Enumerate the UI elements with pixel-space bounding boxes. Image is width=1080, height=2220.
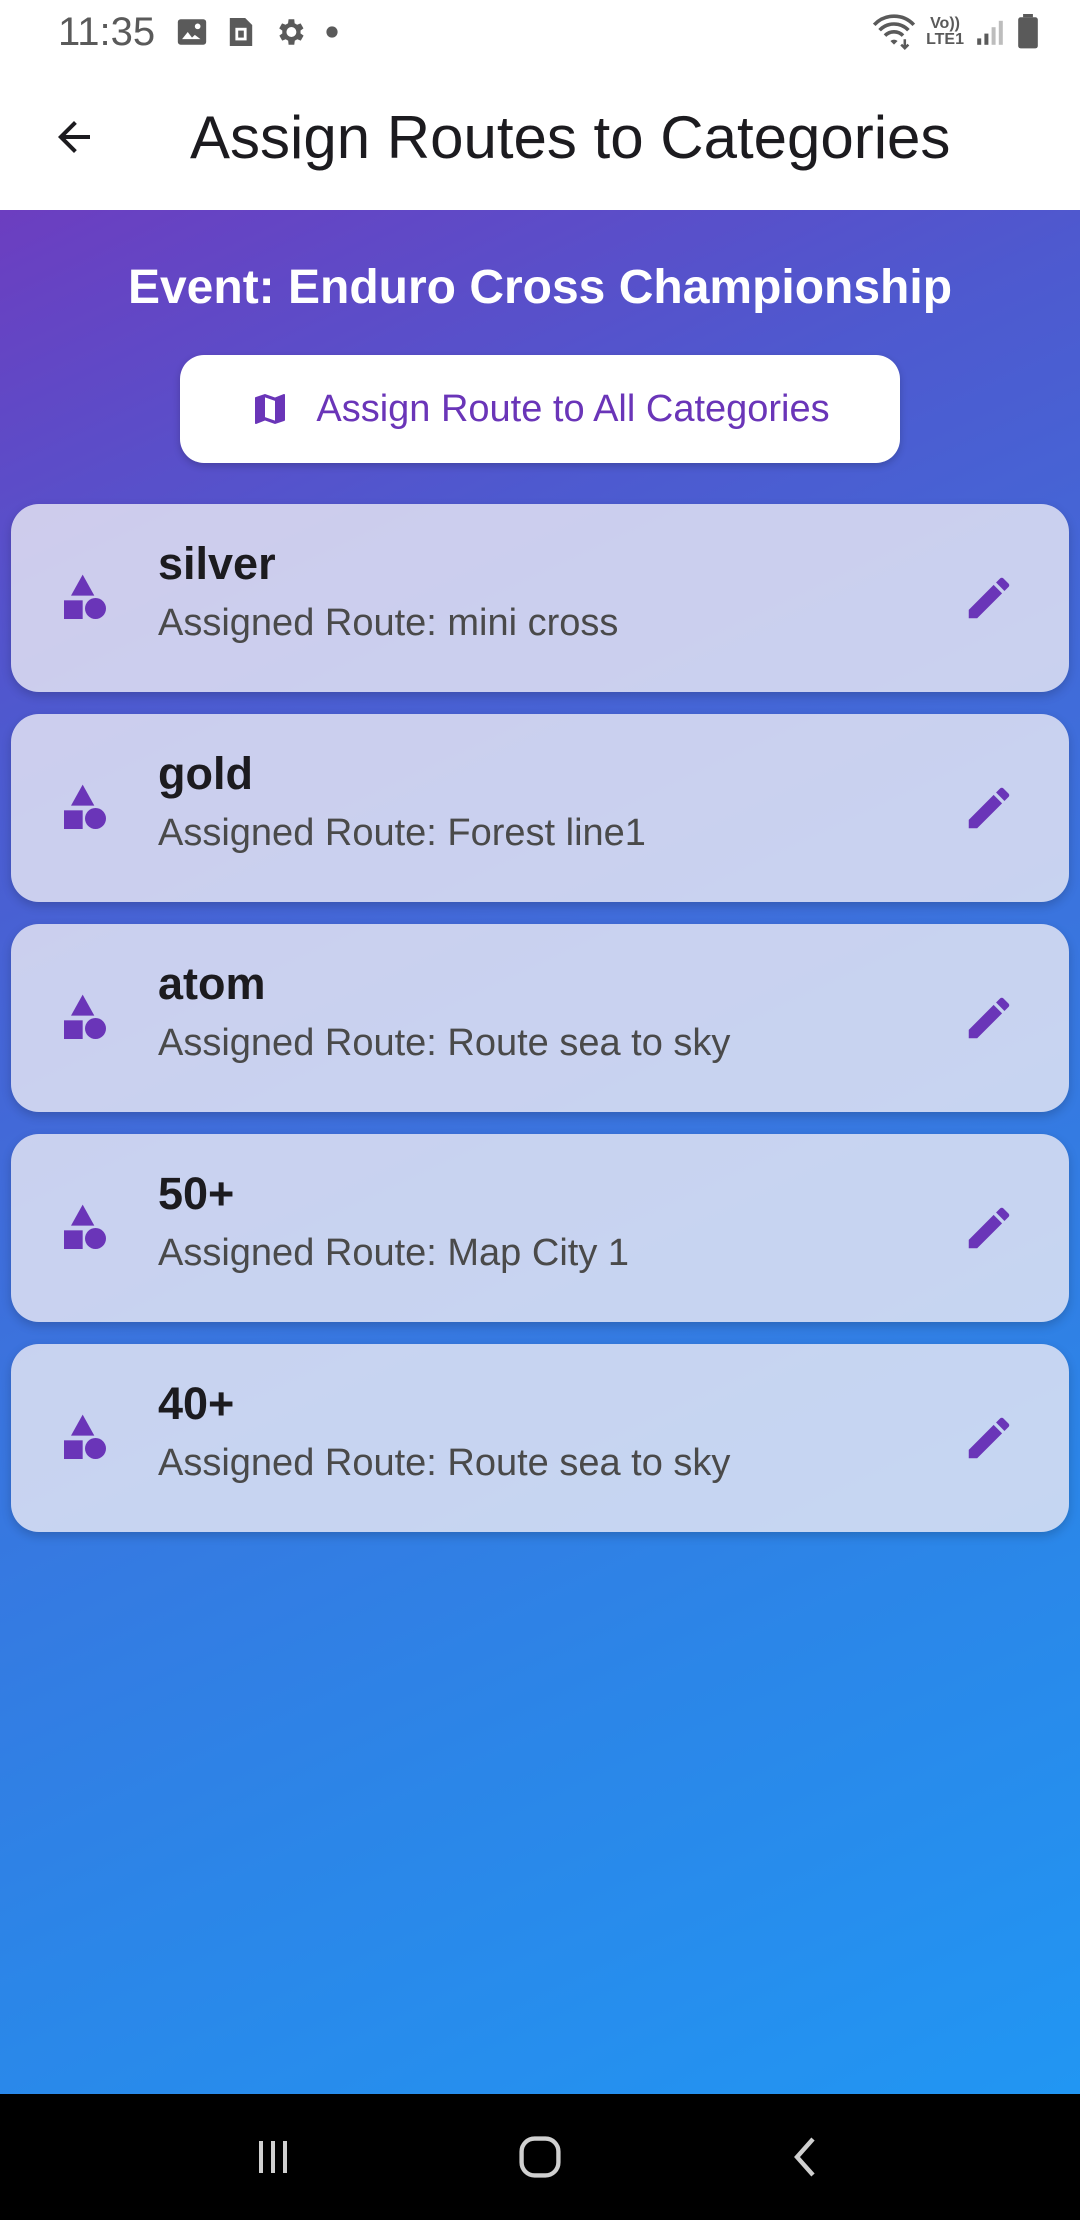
assigned-route: Assigned Route: Map City 1 [158,1232,630,1274]
edit-icon [968,1417,1010,1459]
edit-button[interactable] [957,1196,1021,1260]
event-title: Event: Enduro Cross Championship [127,261,953,314]
signal-icon [977,20,1003,45]
category-icon [64,1414,106,1459]
recent-apps-icon [259,2141,288,2173]
edit-icon [968,1207,1010,1249]
category-card-silver[interactable]: silver Assigned Route: mini cross [11,504,1069,692]
dot-icon [326,26,338,38]
assigned-route: Assigned Route: Forest line1 [158,812,646,854]
map-icon [255,394,286,424]
wifi-icon [872,14,916,50]
settings-icon [279,19,304,45]
edit-icon [968,997,1010,1039]
category-icon [64,1204,106,1249]
assign-route-to-all-label: Assign Route to All Categories [316,387,830,430]
gallery-icon [177,19,207,45]
category-icon [64,994,106,1039]
assign-route-to-all-button[interactable]: Assign Route to All Categories [180,355,900,463]
status-time: 11:35 [58,9,156,54]
assigned-route: Assigned Route: Route sea to sky [158,1442,731,1484]
sim-card-icon [229,18,253,46]
system-nav-bar [0,2094,1080,2220]
edit-button[interactable] [957,566,1021,630]
status-system-icons: Vo)) LTE1 [872,14,1040,50]
category-name: 40+ [158,1378,235,1429]
home-icon [519,2136,561,2178]
category-icon [64,574,106,619]
category-name: atom [158,958,266,1009]
category-card-atom[interactable]: atom Assigned Route: Route sea to sky [11,924,1069,1112]
back-button[interactable] [14,77,134,197]
edit-button[interactable] [957,986,1021,1050]
edit-icon [968,577,1010,619]
assigned-route: Assigned Route: mini cross [158,602,619,644]
category-icon [64,784,106,829]
lte-indicator: Vo)) LTE1 [926,15,964,48]
nav-back-button[interactable] [747,2107,867,2207]
edit-icon [968,787,1010,829]
category-card-50-plus[interactable]: 50+ Assigned Route: Map City 1 [11,1134,1069,1322]
arrow-back-icon [58,121,90,153]
main-content: Event: Enduro Cross Championship Assign … [0,210,1080,2094]
edit-button[interactable] [957,1406,1021,1470]
app-bar: Assign Routes to Categories [0,64,1080,210]
category-card-gold[interactable]: gold Assigned Route: Forest line1 [11,714,1069,902]
category-text: atom Assigned Route: Route sea to sky [158,958,730,1066]
page-title: Assign Routes to Categories [190,103,951,171]
category-text: 40+ Assigned Route: Route sea to sky [158,1378,730,1486]
category-name: gold [158,748,253,799]
status-bar: 11:35 Vo)) LTE1 [0,0,1080,64]
category-name: 50+ [158,1168,235,1219]
category-text: gold Assigned Route: Forest line1 [158,748,646,856]
back-icon [793,2137,815,2177]
category-text: 50+ Assigned Route: Map City 1 [158,1168,629,1276]
battery-icon [1018,14,1038,49]
home-button[interactable] [480,2107,600,2207]
status-notification-icons [175,15,339,49]
edit-button[interactable] [957,776,1021,840]
recent-apps-button[interactable] [213,2107,333,2207]
category-list: silver Assigned Route: mini cross gold A… [11,504,1069,1554]
category-name: silver [158,538,276,589]
category-text: silver Assigned Route: mini cross [158,538,618,646]
category-card-40-plus[interactable]: 40+ Assigned Route: Route sea to sky [11,1344,1069,1532]
assigned-route: Assigned Route: Route sea to sky [158,1022,731,1064]
